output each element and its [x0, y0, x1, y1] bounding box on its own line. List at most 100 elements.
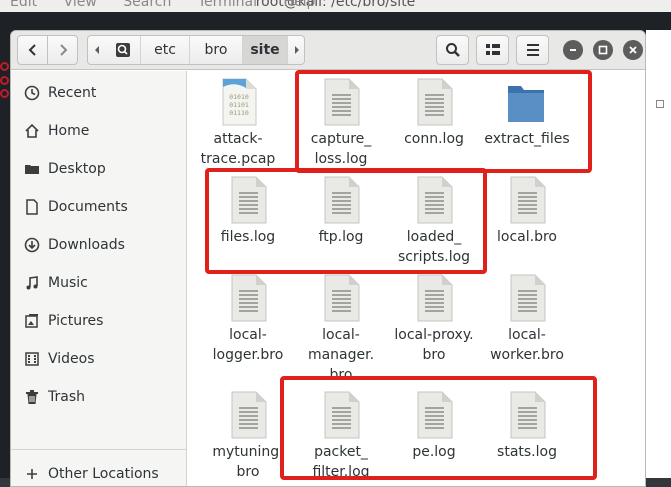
search-button[interactable]: [436, 35, 469, 65]
svg-text:01010: 01010: [229, 93, 249, 101]
sidebar-item-label: Documents: [48, 199, 128, 215]
sidebar-item-downloads[interactable]: Downloads: [11, 227, 186, 263]
text-file-icon: [417, 274, 453, 322]
maximize-icon: [598, 45, 608, 55]
file-name: files.log: [220, 229, 276, 245]
path-segment-etc[interactable]: etc: [141, 36, 189, 64]
minimize-button[interactable]: [563, 40, 583, 60]
chevron-right-icon: [48, 36, 77, 64]
terminal-prompt-marker: [0, 76, 9, 85]
sidebar-item-label: Home: [48, 123, 90, 139]
clock-icon: [24, 85, 40, 101]
file-manager-window: etc bro site Recent Home Desktop Documen…: [10, 30, 646, 487]
text-file-icon: [231, 391, 267, 439]
terminal-menu-search[interactable]: Search: [123, 0, 171, 10]
svg-text:01101: 01101: [229, 101, 249, 109]
file-name: local- manager. bro: [307, 327, 375, 383]
file-name: local- logger.bro: [212, 327, 284, 363]
path-segment-site[interactable]: site: [243, 36, 287, 64]
file-name: conn.log: [404, 131, 464, 147]
search-icon: [437, 36, 468, 64]
terminal-menu: Edit View Search Terminal Help: [10, 0, 337, 12]
header-bar: etc bro site: [11, 31, 645, 70]
desktop-icon: [24, 161, 40, 177]
list-view-icon: [477, 36, 508, 64]
sidebar-item-label: Music: [48, 275, 88, 291]
terminal-prompt-marker: [0, 89, 9, 98]
sidebar-item-trash[interactable]: Trash: [11, 379, 186, 415]
file-name: local- worker.bro: [490, 327, 564, 363]
sidebar: Recent Home Desktop Documents Downloads: [11, 71, 187, 486]
menu-button[interactable]: [516, 35, 549, 65]
file-name: mytuning. bro: [212, 444, 284, 480]
text-file-icon: [324, 176, 360, 224]
file-name: attack- trace.pcap: [200, 131, 276, 167]
path-segment-bro[interactable]: bro: [190, 36, 242, 64]
picture-icon: [24, 313, 40, 329]
file-grid: 01010 01101 01110 attack- trace.pcap cap…: [188, 70, 645, 486]
minimize-icon: [570, 49, 576, 51]
terminal-menu-view[interactable]: View: [64, 0, 97, 10]
sidebar-item-label: Videos: [48, 351, 95, 367]
sidebar-item-label: Recent: [48, 85, 97, 101]
text-file-icon: [510, 274, 546, 322]
svg-text:01110: 01110: [229, 109, 249, 117]
text-file-icon: [324, 391, 360, 439]
back-button[interactable]: [17, 35, 48, 65]
text-file-icon: [510, 391, 546, 439]
file-name: extract_files: [484, 131, 570, 147]
hamburger-icon: [517, 36, 548, 64]
folder-icon: [508, 86, 544, 122]
view-options-button[interactable]: [476, 35, 509, 65]
background-window: [646, 30, 671, 487]
root-location-button[interactable]: [106, 36, 140, 64]
file-name: capture_ loss.log: [310, 131, 372, 167]
terminal-menu-terminal[interactable]: Terminal: [198, 0, 257, 10]
file-name: local-proxy. bro: [394, 327, 474, 363]
forward-button[interactable]: [47, 35, 78, 65]
text-file-icon: [417, 176, 453, 224]
video-icon: [24, 351, 40, 367]
sidebar-item-label: Desktop: [48, 161, 106, 177]
path-scroll-left-button[interactable]: [88, 36, 106, 64]
sidebar-item-label: Other Locations: [48, 466, 159, 482]
file-name: ftp.log: [318, 229, 364, 245]
close-button[interactable]: [623, 40, 643, 60]
text-file-icon: [324, 78, 360, 126]
text-file-icon: [417, 391, 453, 439]
text-file-icon: [231, 274, 267, 322]
path-scroll-right-button[interactable]: [288, 36, 304, 64]
file-name: loaded_ scripts.log: [397, 229, 471, 265]
sidebar-item-pictures[interactable]: Pictures: [11, 303, 186, 339]
binary-file-icon: 01010 01101 01110: [222, 78, 257, 126]
sidebar-item-videos[interactable]: Videos: [11, 341, 186, 377]
file-name: pe.log: [412, 444, 456, 460]
trash-icon: [24, 389, 40, 405]
path-bar: etc bro site: [87, 35, 305, 65]
sidebar-item-home[interactable]: Home: [11, 113, 186, 149]
background-checkbox: [656, 100, 664, 108]
file-name: stats.log: [497, 444, 557, 460]
sidebar-item-music[interactable]: Music: [11, 265, 186, 301]
maximize-button[interactable]: [593, 40, 613, 60]
document-icon: [24, 199, 40, 215]
sidebar-item-desktop[interactable]: Desktop: [11, 151, 186, 187]
sidebar-item-documents[interactable]: Documents: [11, 189, 186, 225]
text-file-icon: [417, 78, 453, 126]
sidebar-divider: [11, 449, 186, 450]
download-icon: [24, 237, 40, 253]
file-name: local.bro: [497, 229, 557, 245]
terminal-menu-help[interactable]: Help: [283, 0, 315, 10]
text-file-icon: [231, 176, 267, 224]
sidebar-item-label: Downloads: [48, 237, 125, 253]
terminal-menu-edit[interactable]: Edit: [10, 0, 37, 10]
drive-icon: [116, 43, 130, 57]
sidebar-item-label: Pictures: [48, 313, 104, 329]
sidebar-item-label: Trash: [48, 389, 85, 405]
chevron-left-icon: [18, 36, 47, 64]
terminal-prompt-marker: [0, 62, 9, 71]
sidebar-item-recent[interactable]: Recent: [11, 75, 186, 111]
sidebar-item-other-locations[interactable]: Other Locations: [11, 456, 186, 486]
text-file-icon: [510, 176, 546, 224]
close-icon: [629, 46, 637, 54]
